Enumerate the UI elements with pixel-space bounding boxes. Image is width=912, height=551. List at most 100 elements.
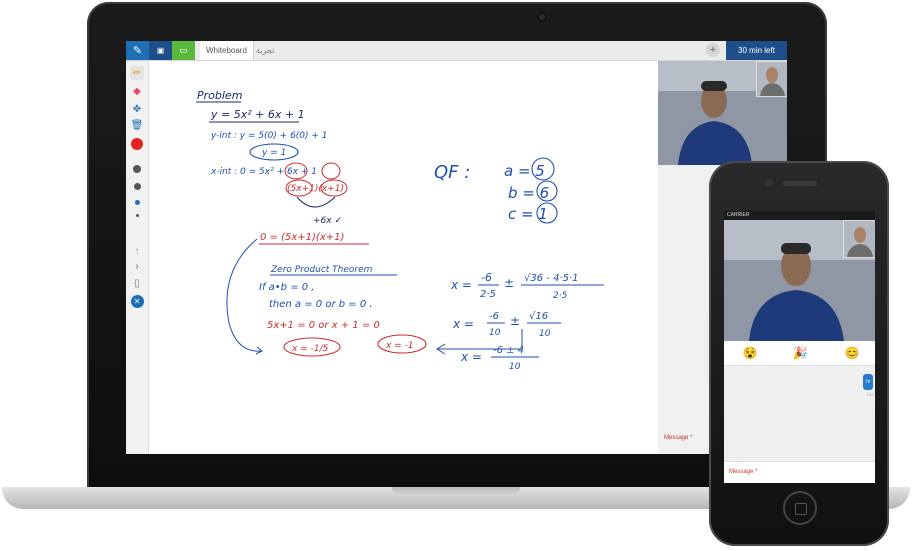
move-icon: ✥ [132, 103, 142, 115]
phone-tutor-video [724, 220, 875, 341]
phone-screen: CARRIER 😵 🎉 😊 hi 1:57 Message * [724, 211, 875, 483]
page-button[interactable]: ▯ [130, 277, 144, 289]
qf2-lhs: x = [452, 317, 474, 331]
move-tool[interactable]: ✥ [130, 103, 144, 115]
qf2-num-b: √16 [529, 311, 548, 322]
qf-label: QF : [434, 162, 470, 183]
size-tiny[interactable] [130, 211, 144, 219]
phone-message-input[interactable]: Message * [729, 469, 757, 475]
thumb-scene [757, 62, 787, 96]
code-mode-button[interactable]: ▣ [149, 41, 172, 60]
reaction-bar: 😵 🎉 😊 [724, 341, 875, 366]
dot-size-icon [133, 182, 141, 190]
y-int-result: y = 1 [261, 148, 286, 158]
clear-tool[interactable]: 🗑 [130, 119, 144, 131]
home-button[interactable] [783, 491, 817, 525]
whiteboard-drawing: Problem y = 5x² + 6x + 1 y-int : y = 5(0… [196, 89, 604, 372]
happy-emoji-button[interactable]: 😊 [844, 345, 860, 361]
laptop-notch [392, 487, 520, 496]
solve-line: 5x+1 = 0 or x + 1 = 0 [267, 320, 380, 331]
app-topbar: ✎ ▣ ▭ Whiteboard تجربة + 30 min left [126, 41, 787, 61]
qf3-lhs: x = [460, 350, 482, 364]
close-icon: ✕ [130, 294, 144, 308]
tutor-video-feed [658, 61, 787, 165]
laptop-screen: ✎ ▣ ▭ Whiteboard تجربة + 30 min left ✏ ◆… [126, 41, 787, 454]
qf3-num: -6 ± 4 [493, 345, 524, 356]
factored-expression: (5x+1)(x+1) [287, 184, 344, 194]
screen-share-button[interactable]: ▭ [172, 41, 195, 60]
qf2-den-b: 10 [539, 329, 551, 339]
zpt-if: If a•b = 0 , [259, 282, 314, 293]
pen-icon: ✎ [132, 45, 143, 57]
phone-message-bar: Message * [724, 461, 875, 483]
phone-speaker [783, 181, 817, 186]
phone-chat-panel: hi 1:57 [724, 366, 875, 461]
eraser-icon: ◆ [133, 85, 141, 97]
confused-emoji-button[interactable]: 😵 [742, 345, 758, 361]
undo-button[interactable]: ↑ [130, 245, 144, 257]
dot-size-icon [133, 165, 141, 173]
qf1-lhs: x = [450, 278, 472, 292]
qf1-pm: ± [504, 276, 514, 290]
add-tab-button[interactable]: + [706, 43, 720, 57]
qf2-den-a: 10 [489, 328, 501, 338]
applause-emoji-button[interactable]: 🎉 [792, 345, 808, 361]
phone-camera [765, 179, 773, 187]
whiteboard-canvas[interactable]: Problem y = 5x² + 6x + 1 y-int : y = 5(0… [149, 61, 658, 454]
qf-b: b = 6 [508, 184, 549, 202]
chat-bubble: hi [863, 374, 873, 390]
phone-frame: CARRIER 😵 🎉 😊 hi 1:57 Message * [709, 161, 889, 546]
plus-icon: + [709, 44, 717, 56]
whiteboard-toolbar: ✏ ◆ ✥ 🗑 ↑ › ▯ ✕ [126, 61, 149, 454]
tab-second[interactable]: تجربة [250, 41, 280, 60]
qf3-den: 10 [509, 362, 521, 372]
qf1-num-a: -6 [481, 271, 492, 284]
zpt-then: then a = 0 or b = 0 . [269, 299, 373, 310]
solution-1: x = -1/5 [291, 344, 329, 354]
zpt-title: Zero Product Theorem [270, 265, 373, 275]
check-term: +6x ✓ [313, 216, 342, 226]
equation: y = 5x² + 6x + 1 [210, 108, 305, 121]
terminal-icon: ▣ [156, 46, 165, 55]
qf-c: c = 1 [508, 205, 548, 223]
session-timer: 30 min left [726, 41, 787, 60]
phone-student-thumb[interactable] [843, 220, 875, 258]
trash-icon: 🗑 [130, 119, 144, 131]
student-video-thumb[interactable] [756, 61, 787, 97]
qf2-pm: ± [510, 314, 520, 328]
pen-mode-button[interactable]: ✎ [126, 41, 149, 60]
phone-thumb-scene [844, 221, 875, 257]
pencil-tool[interactable]: ✏ [130, 66, 144, 80]
size-large[interactable] [130, 164, 144, 174]
size-small[interactable] [130, 197, 144, 207]
color-picker[interactable] [130, 137, 144, 151]
screen-share-icon: ▭ [179, 45, 188, 55]
message-input[interactable]: Message * [664, 435, 692, 441]
next-button[interactable]: › [130, 260, 144, 272]
arrow-icon: › [135, 260, 139, 272]
qf1-den-b: 2·5 [553, 291, 568, 301]
page-icon: ▯ [134, 277, 140, 289]
tab-whiteboard[interactable]: Whiteboard [200, 41, 254, 60]
carrier-label: CARRIER [727, 212, 750, 218]
close-board-button[interactable]: ✕ [130, 294, 144, 308]
qf-a: a = 5 [504, 162, 545, 180]
size-medium[interactable] [130, 181, 144, 191]
problem-title: Problem [197, 89, 242, 102]
dot-size-icon [135, 213, 139, 217]
qf1-num-b: √36 - 4·5·1 [524, 273, 579, 284]
party-icon: 🎉 [792, 346, 808, 360]
qf2-num-a: -6 [489, 311, 499, 322]
eraser-tool[interactable]: ◆ [130, 85, 144, 97]
undo-icon: ↑ [134, 245, 140, 257]
laptop-camera [537, 12, 547, 22]
zero-equation: 0 = (5x+1)(x+1) [260, 232, 344, 243]
status-bar: CARRIER [724, 211, 875, 220]
x-int-line: x-int : 0 = 5x² + 6x + 1 [210, 167, 317, 177]
confused-face-icon: 😵 [742, 346, 758, 360]
chat-bubble-time: 1:57 [866, 392, 874, 397]
dot-size-icon [134, 199, 140, 205]
smile-face-icon: 😊 [844, 346, 860, 360]
qf1-den-a: 2·5 [480, 289, 496, 300]
solution-2: x = -1 [385, 341, 414, 351]
